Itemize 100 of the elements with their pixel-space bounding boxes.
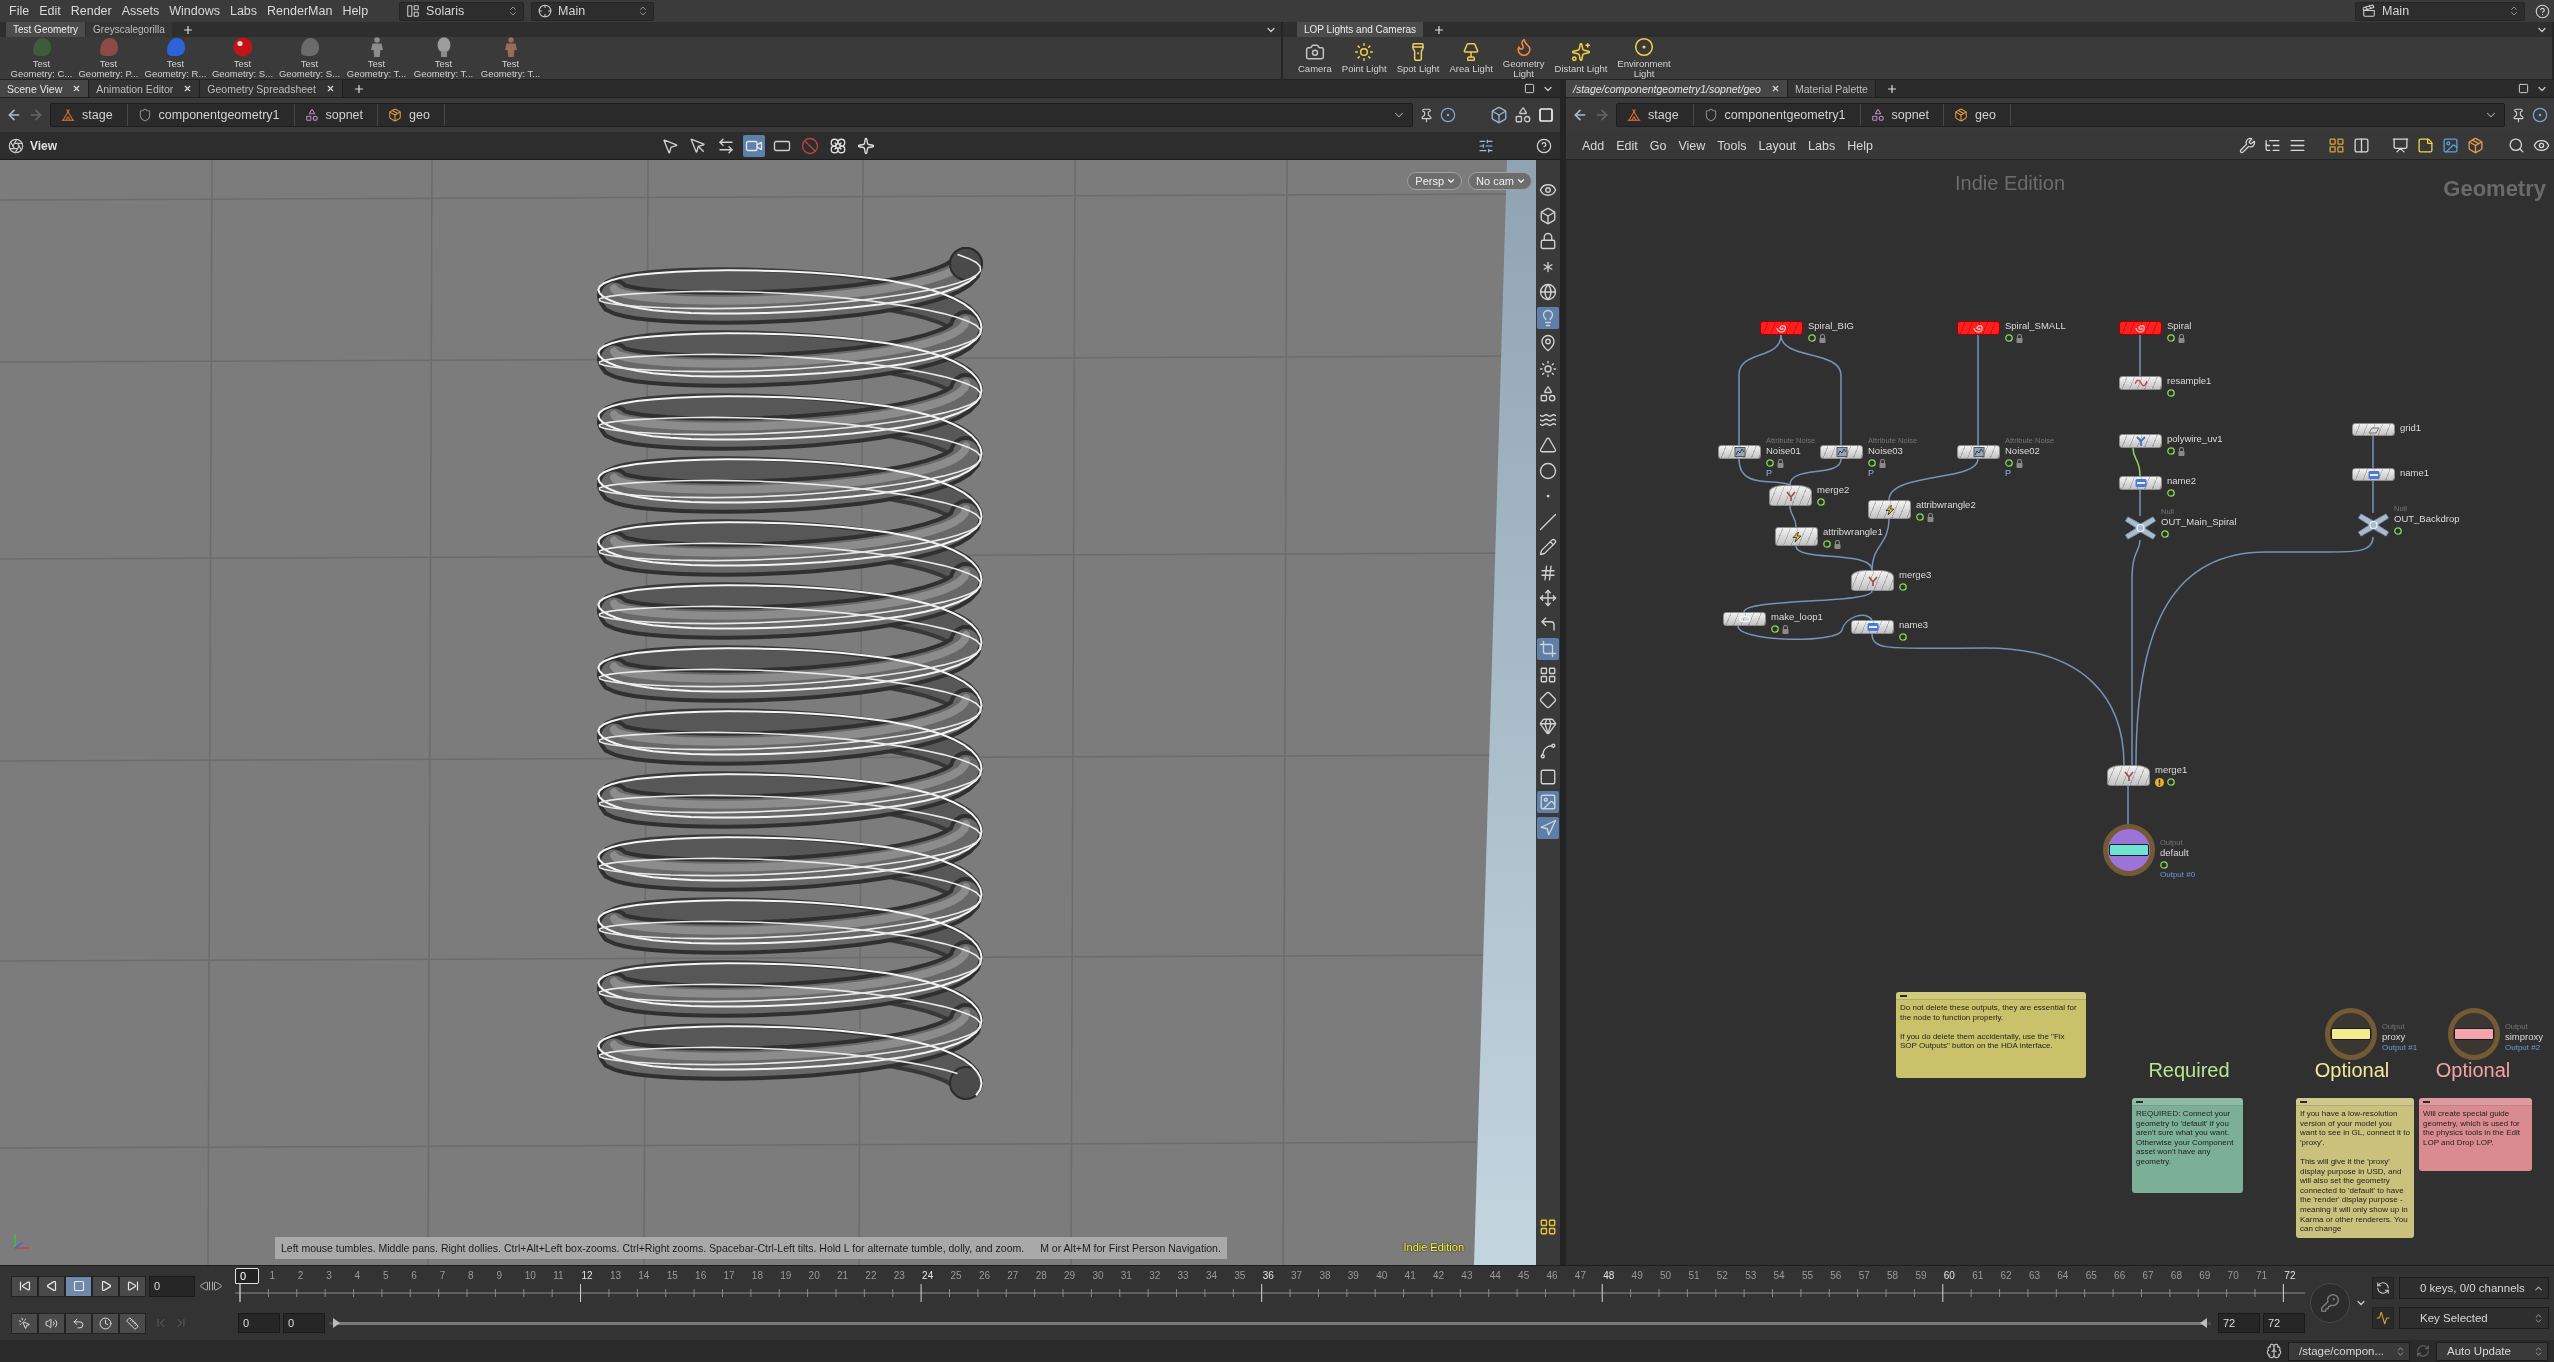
desktop-select[interactable]: Solaris: [399, 1, 525, 21]
grid-icon[interactable]: [2328, 137, 2345, 154]
close-icon[interactable]: [1770, 84, 1780, 93]
timeline-tool-button[interactable]: [11, 1312, 38, 1334]
node-body[interactable]: [2119, 434, 2162, 448]
node-label[interactable]: OUT_Backdrop: [2394, 513, 2460, 525]
help-icon[interactable]: [2535, 3, 2550, 19]
shelf-tool[interactable]: Area Light: [1444, 42, 1498, 74]
node-body[interactable]: [1760, 321, 1803, 335]
box-icon[interactable]: [2467, 137, 2484, 154]
timeline-tool-button[interactable]: [65, 1312, 92, 1334]
sticky-note[interactable]: Do not delete these outputs, they are essential for the node to function properly. If you do delete them accidentally, use the "Fix SOP Outputs" button on the HDA interface.: [1896, 992, 2086, 1078]
maximize-icon[interactable]: [2518, 83, 2529, 94]
globe-icon[interactable]: [1537, 281, 1559, 303]
node-body[interactable]: [1769, 485, 1812, 506]
shelf-tool[interactable]: Environment Light: [1612, 37, 1676, 79]
shelf-tool[interactable]: Test Geometry: R...: [142, 37, 209, 79]
node-label[interactable]: name1: [2400, 467, 2430, 479]
update-mode-select[interactable]: Auto Update: [2436, 1341, 2548, 1361]
plus-icon[interactable]: [181, 23, 194, 36]
node-body[interactable]: [2119, 376, 2162, 390]
shelf-tool[interactable]: Distant Light: [1549, 42, 1613, 74]
node-label[interactable]: Noise01: [1766, 445, 1816, 457]
shelf-tool[interactable]: Test Geometry: S...: [276, 37, 343, 79]
shelf-tool[interactable]: Point Light: [1336, 42, 1392, 74]
key-mode-select[interactable]: Key Selected: [2399, 1307, 2549, 1329]
pane-tab[interactable]: Geometry Spreadsheet: [200, 80, 343, 97]
maximize-icon[interactable]: [1524, 83, 1535, 94]
columns-icon[interactable]: [2353, 137, 2370, 154]
menu-item[interactable]: Add: [1576, 136, 1611, 155]
sticky-note[interactable]: Will create special guide geometry, which is used for the physics tools in the Edit LOP and Drop LOP.: [2419, 1098, 2532, 1171]
path-field[interactable]: stage componentgeometry1 sopnet geo: [1616, 103, 2505, 127]
menu-item[interactable]: File: [4, 2, 35, 20]
context-select[interactable]: Main: [531, 1, 655, 21]
node-label[interactable]: simproxy: [2505, 1031, 2543, 1043]
node-label[interactable]: merge2: [1817, 484, 1850, 496]
context-select[interactable]: Main: [2355, 1, 2525, 21]
current-frame-marker[interactable]: 0: [235, 1268, 259, 1284]
node-label[interactable]: attribwrangle1: [1823, 526, 1883, 538]
timeline-tool-button[interactable]: [92, 1312, 119, 1334]
help-icon[interactable]: [1536, 137, 1552, 154]
path-crumb[interactable]: componentgeometry1: [127, 104, 295, 126]
timeline-tool-button[interactable]: [119, 1312, 146, 1334]
shelf-tool[interactable]: Spot Light: [1391, 42, 1445, 74]
curve-button[interactable]: [2372, 1307, 2394, 1329]
shelf-tab[interactable]: Greyscalegorilla: [86, 22, 172, 37]
node-body[interactable]: [1723, 612, 1766, 626]
pane-tab[interactable]: /stage/componentgeometry1/sopnet/geo: [1566, 80, 1788, 97]
wrench-icon[interactable]: [2239, 137, 2256, 154]
slider-handle[interactable]: [333, 1318, 340, 1328]
node-body[interactable]: [1957, 445, 2000, 459]
path-crumb[interactable]: geo: [1944, 104, 2011, 126]
playback-button[interactable]: [38, 1275, 65, 1297]
step-back-icon[interactable]: [199, 1280, 211, 1292]
list-icon[interactable]: [2289, 137, 2306, 154]
back-arrow-icon[interactable]: [1572, 107, 1588, 123]
node-body[interactable]: [1718, 445, 1761, 459]
key-dial[interactable]: [2310, 1283, 2350, 1323]
minimize-icon[interactable]: [2423, 1100, 2430, 1103]
eye-icon[interactable]: [2533, 137, 2550, 154]
sticky-note-icon[interactable]: [2417, 137, 2434, 154]
view-menu-button[interactable]: No cam: [1468, 172, 1532, 190]
plus-icon[interactable]: [1885, 82, 1898, 95]
shelf-tab[interactable]: Test Geometry: [6, 22, 86, 37]
move-icon[interactable]: [1537, 587, 1559, 609]
tree-icon[interactable]: [2264, 137, 2281, 154]
range-field[interactable]: 0: [238, 1313, 280, 1333]
pin-icon[interactable]: [1419, 107, 1434, 123]
target-icon[interactable]: [2532, 107, 2548, 123]
node-body[interactable]: [2119, 321, 2162, 335]
lightbulb-icon[interactable]: [1537, 306, 1559, 329]
path-crumb[interactable]: sopnet: [1860, 104, 1945, 126]
node-body[interactable]: [2352, 468, 2395, 481]
output-node[interactable]: [2448, 1008, 2500, 1060]
shapes-icon[interactable]: [1514, 106, 1532, 124]
node-label[interactable]: Spiral_BIG: [1808, 320, 1854, 332]
node-body[interactable]: [1957, 321, 2000, 335]
node-body[interactable]: [2107, 765, 2150, 786]
target-icon[interactable]: [1440, 107, 1456, 123]
shelf-tool[interactable]: Test Geometry: C...: [8, 37, 75, 79]
channel-button[interactable]: [2372, 1277, 2394, 1299]
pin-icon[interactable]: [2511, 107, 2526, 123]
timeline-tool-button[interactable]: [38, 1312, 65, 1334]
menu-item[interactable]: Edit: [34, 2, 66, 20]
menu-item[interactable]: Labs: [224, 2, 263, 20]
path-field[interactable]: stage componentgeometry1 sopnet geo: [50, 103, 1413, 127]
plus-icon[interactable]: [1433, 23, 1446, 36]
frame-field[interactable]: 0: [149, 1275, 195, 1297]
pencil-icon[interactable]: [1537, 536, 1559, 558]
node-label[interactable]: Spiral: [2167, 320, 2192, 332]
node-body[interactable]: [1820, 445, 1863, 459]
step-forward-icon[interactable]: [211, 1280, 223, 1292]
menu-item[interactable]: Help: [337, 2, 374, 20]
path-crumb[interactable]: stage: [51, 104, 128, 126]
node-label[interactable]: name3: [1899, 619, 1929, 631]
shelf-tool[interactable]: Geometry Light: [1497, 37, 1550, 79]
node-body[interactable]: [2119, 476, 2162, 490]
node-label[interactable]: attribwrangle2: [1916, 499, 1976, 511]
path-crumb[interactable]: componentgeometry1: [1693, 104, 1861, 126]
playback-button[interactable]: [65, 1275, 92, 1297]
